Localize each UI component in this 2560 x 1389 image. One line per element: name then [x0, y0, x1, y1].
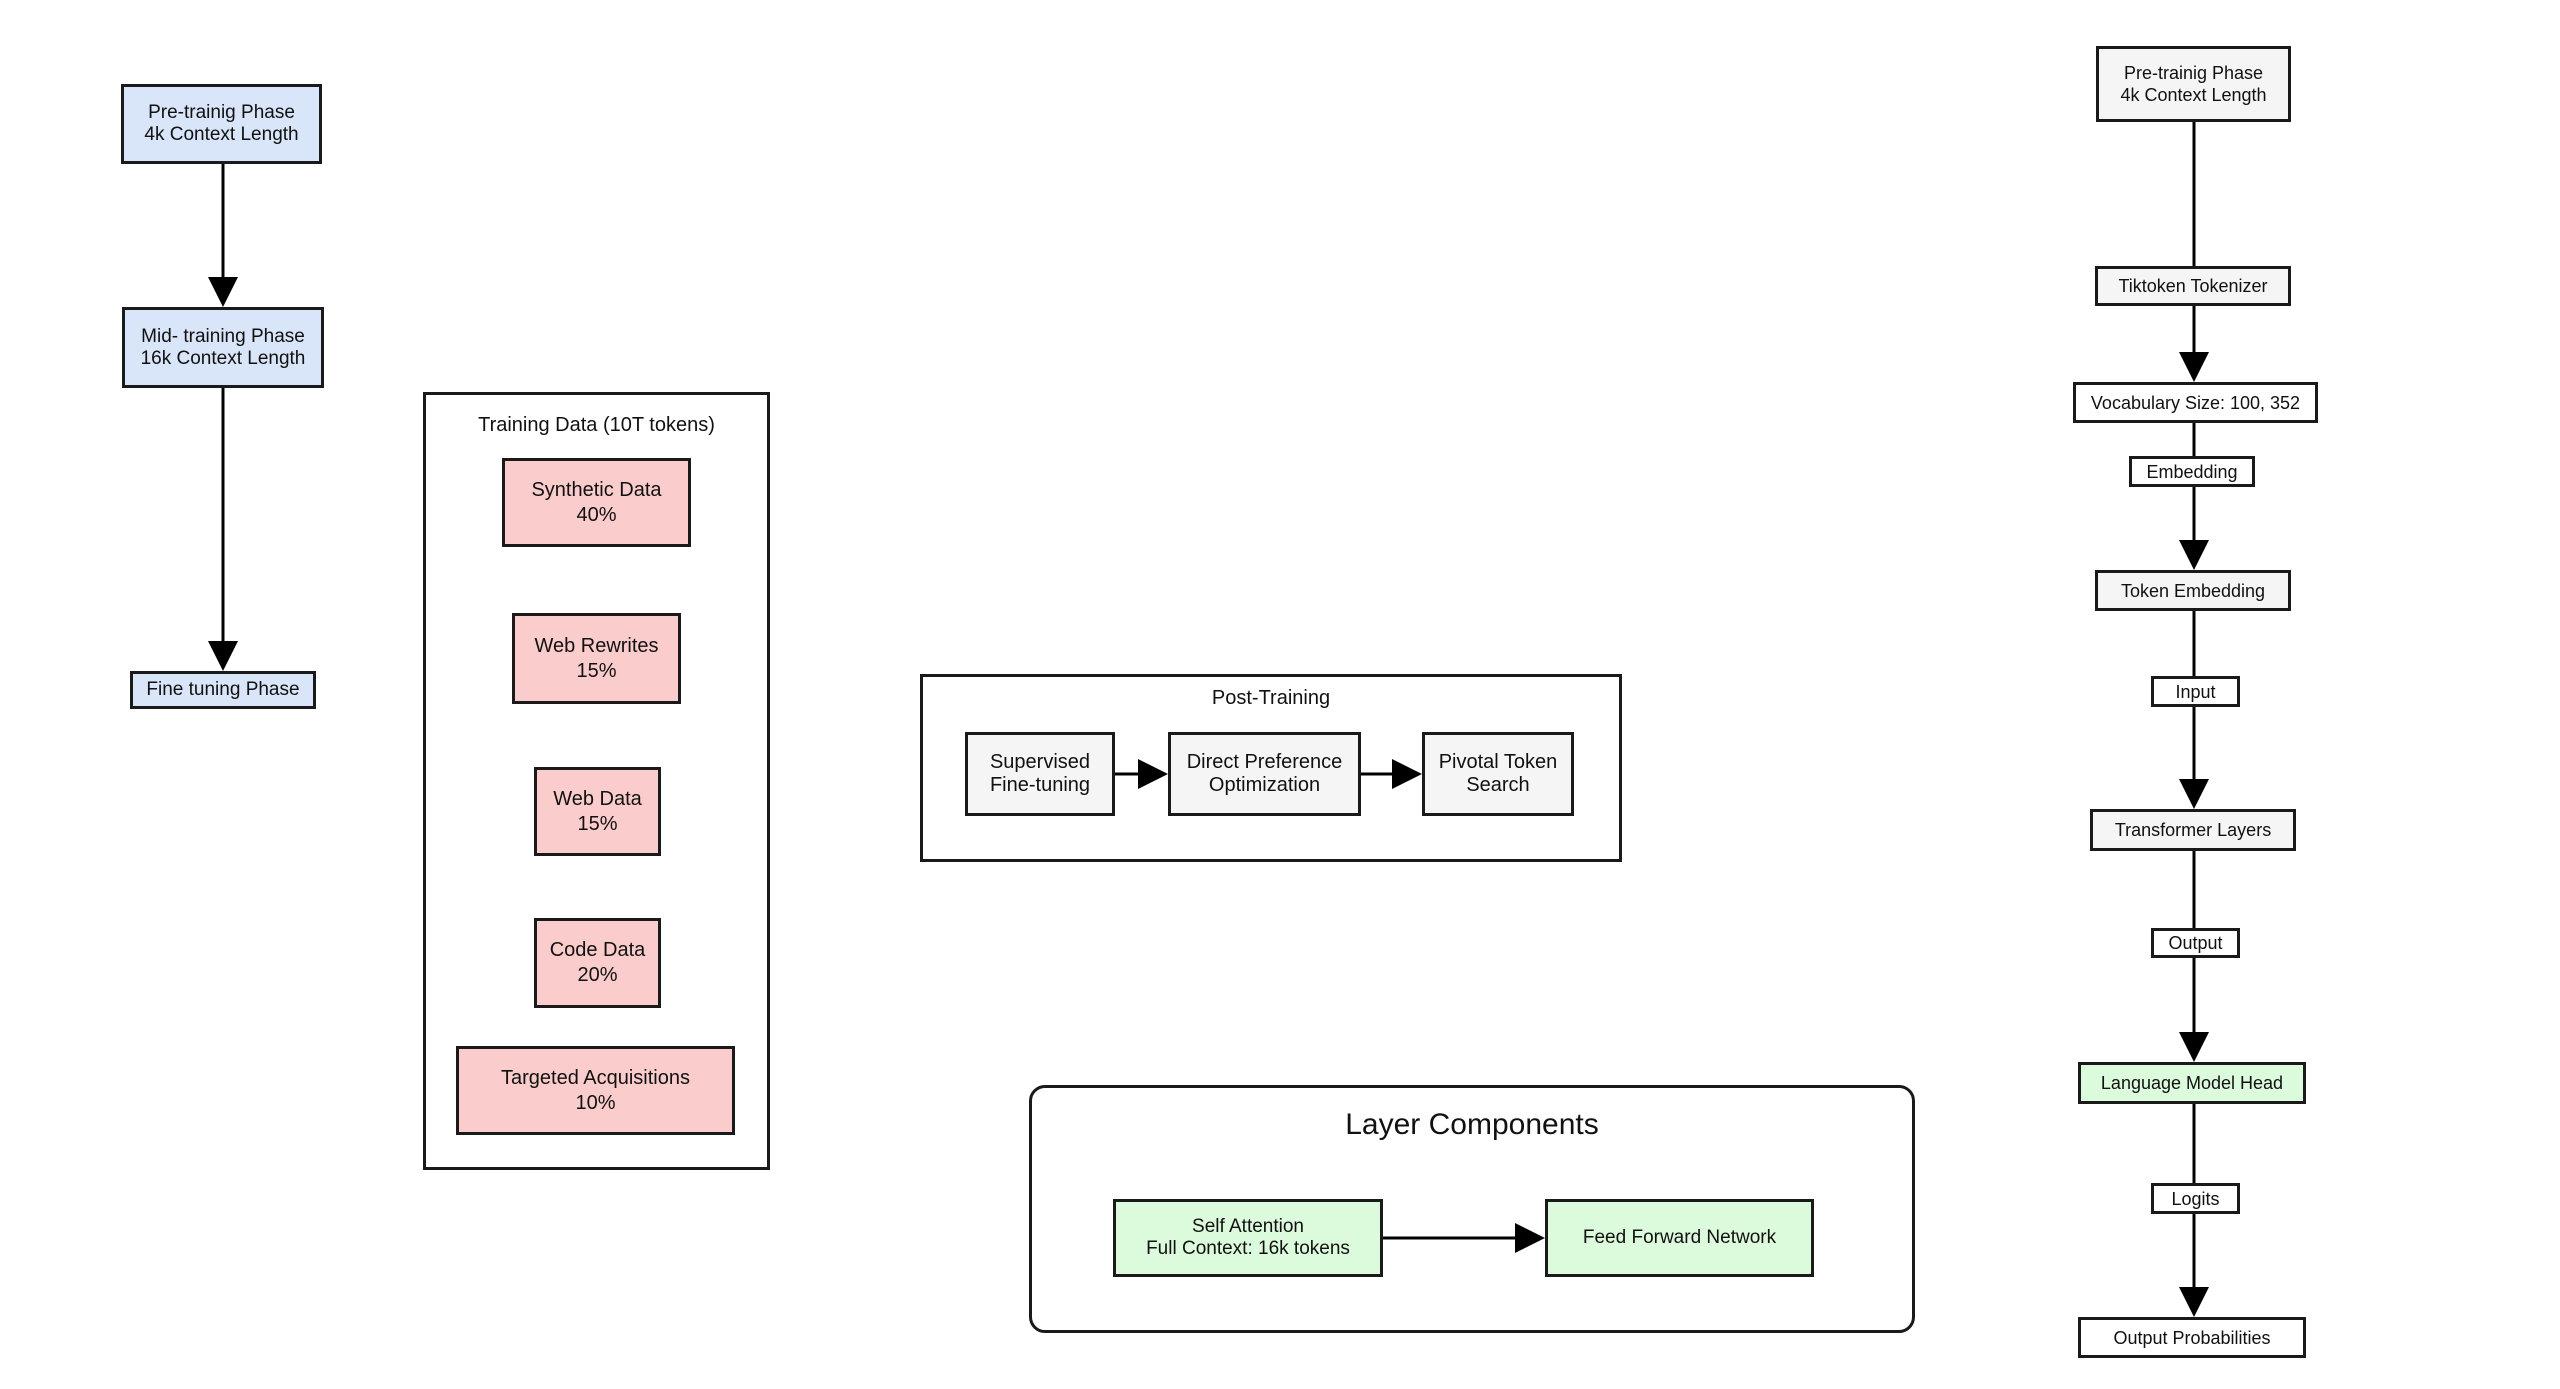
finetuning-phase-node: Fine tuning Phase [130, 671, 316, 709]
sft-node: Supervised Fine-tuning [965, 732, 1115, 816]
node-line: 40% [576, 503, 617, 526]
node-line: Fine-tuning [989, 774, 1091, 796]
node-line: Embedding [2146, 461, 2238, 482]
token-embedding-node: Token Embedding [2095, 570, 2291, 611]
web-rewrites-node: Web Rewrites 15% [512, 613, 681, 704]
node-line: Token Embedding [2120, 580, 2266, 601]
node-line: Fine tuning Phase [146, 679, 300, 700]
midtraining-phase-node: Mid- training Phase 16k Context Length [122, 307, 324, 388]
node-line: Optimization [1208, 774, 1321, 796]
self-attention-node: Self Attention Full Context: 16k tokens [1113, 1199, 1383, 1277]
embedding-node: Embedding [2129, 456, 2255, 487]
node-line: Self Attention [1192, 1216, 1304, 1237]
node-line: Web Rewrites [534, 634, 659, 657]
dpo-node: Direct Preference Optimization [1168, 732, 1361, 816]
output-node: Output [2151, 928, 2240, 958]
node-line: Language Model Head [2100, 1073, 2284, 1093]
node-line: Feed Forward Network [1582, 1227, 1777, 1248]
node-line: Tiktoken Tokenizer [2118, 276, 2268, 296]
node-line: Targeted Acquisitions [500, 1066, 690, 1089]
node-line: Pivotal Token [1438, 751, 1558, 773]
pts-node: Pivotal Token Search [1422, 732, 1574, 816]
tokenizer-node: Tiktoken Tokenizer [2095, 266, 2291, 306]
code-data-node: Code Data 20% [534, 918, 661, 1008]
pretraining-phase-node: Pre-trainig Phase 4k Context Length [121, 84, 322, 164]
node-line: Pre-trainig Phase [148, 102, 295, 123]
node-line: 20% [577, 964, 618, 986]
node-line: Direct Preference [1186, 751, 1343, 773]
node-line: Mid- training Phase [141, 325, 305, 347]
node-line: Search [1466, 774, 1530, 796]
node-line: 10% [575, 1091, 616, 1114]
node-line: Logits [2171, 1188, 2220, 1209]
node-line: Web Data [553, 787, 642, 810]
vocab-node: Vocabulary Size: 100, 352 [2073, 382, 2318, 423]
layer-components-title: Layer Components [1345, 1108, 1599, 1141]
node-line: Supervised [989, 751, 1091, 773]
synthetic-data-node: Synthetic Data 40% [502, 458, 691, 547]
post-training-title: Post-Training [1211, 687, 1331, 709]
node-line: Input [2175, 681, 2216, 702]
node-line: Full Context: 16k tokens [1146, 1238, 1350, 1259]
input-node: Input [2151, 676, 2240, 707]
node-line: Vocabulary Size: 100, 352 [2090, 392, 2301, 413]
node-line: Output Probabilities [2113, 1327, 2271, 1348]
node-line: Output [2168, 933, 2223, 953]
node-line: 4k Context Length [2120, 85, 2267, 105]
node-line: 15% [576, 659, 617, 682]
lm-head-node: Language Model Head [2078, 1062, 2306, 1104]
web-data-node: Web Data 15% [534, 767, 661, 856]
pipeline-pretraining-node: Pre-trainig Phase 4k Context Length [2096, 46, 2291, 122]
node-line: 16k Context Length [140, 347, 306, 369]
logits-node: Logits [2151, 1183, 2240, 1214]
transformer-layers-node: Transformer Layers [2090, 809, 2296, 851]
ffn-node: Feed Forward Network [1545, 1199, 1814, 1277]
training-data-title: Training Data (10T tokens) [478, 414, 715, 436]
output-probabilities-node: Output Probabilities [2078, 1317, 2306, 1358]
node-line: Synthetic Data [531, 478, 662, 501]
node-line: Pre-trainig Phase [2123, 63, 2264, 83]
node-line: 15% [577, 812, 618, 835]
targeted-acquisitions-node: Targeted Acquisitions 10% [456, 1046, 735, 1135]
node-line: Code Data [549, 939, 646, 961]
node-line: 4k Context Length [144, 124, 299, 145]
node-line: Transformer Layers [2114, 820, 2272, 840]
